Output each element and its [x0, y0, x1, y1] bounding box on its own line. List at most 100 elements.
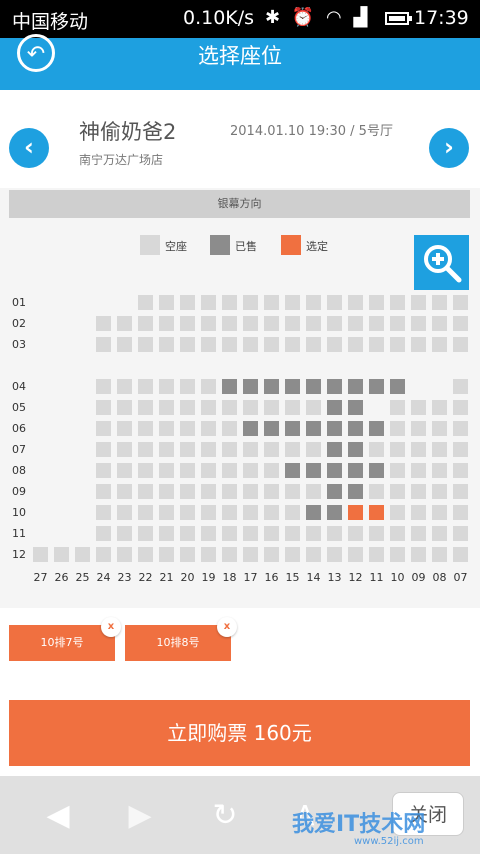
seat-available[interactable] [264, 337, 279, 352]
seat-available[interactable] [285, 337, 300, 352]
seat-available[interactable] [390, 337, 405, 352]
seat-available[interactable] [411, 505, 426, 520]
seat-available[interactable] [411, 484, 426, 499]
seat-available[interactable] [243, 526, 258, 541]
seat-available[interactable] [96, 442, 111, 457]
seat-available[interactable] [201, 526, 216, 541]
seat-available[interactable] [264, 316, 279, 331]
seat-available[interactable] [201, 295, 216, 310]
seat-available[interactable] [453, 337, 468, 352]
seat-available[interactable] [432, 337, 447, 352]
seat-available[interactable] [411, 421, 426, 436]
seat-available[interactable] [327, 526, 342, 541]
buy-ticket-button[interactable]: 立即购票 160元 [9, 700, 470, 766]
seat-available[interactable] [222, 442, 237, 457]
seat-available[interactable] [159, 547, 174, 562]
seat-available[interactable] [390, 442, 405, 457]
seat-available[interactable] [453, 316, 468, 331]
seat-available[interactable] [117, 442, 132, 457]
seat-available[interactable] [138, 421, 153, 436]
seat-available[interactable] [453, 442, 468, 457]
seat-available[interactable] [390, 295, 405, 310]
seat-available[interactable] [243, 547, 258, 562]
seat-available[interactable] [138, 316, 153, 331]
seat-available[interactable] [159, 316, 174, 331]
remove-seat-button[interactable]: x [101, 617, 121, 637]
seat-available[interactable] [96, 484, 111, 499]
seat-available[interactable] [243, 400, 258, 415]
seat-available[interactable] [411, 316, 426, 331]
seat-available[interactable] [306, 400, 321, 415]
seat-available[interactable] [159, 295, 174, 310]
seat-available[interactable] [411, 295, 426, 310]
seat-available[interactable] [117, 421, 132, 436]
seat-available[interactable] [33, 547, 48, 562]
seat-available[interactable] [222, 337, 237, 352]
seat-available[interactable] [201, 547, 216, 562]
seat-available[interactable] [390, 316, 405, 331]
seat-available[interactable] [285, 295, 300, 310]
seat-available[interactable] [138, 547, 153, 562]
seat-available[interactable] [96, 379, 111, 394]
seat-available[interactable] [180, 547, 195, 562]
seat-available[interactable] [432, 484, 447, 499]
seat-available[interactable] [138, 526, 153, 541]
seat-available[interactable] [180, 442, 195, 457]
seat-available[interactable] [117, 337, 132, 352]
seat-available[interactable] [117, 379, 132, 394]
seat-available[interactable] [54, 547, 69, 562]
seat-available[interactable] [243, 505, 258, 520]
seat-available[interactable] [390, 421, 405, 436]
seat-available[interactable] [159, 442, 174, 457]
seat-available[interactable] [117, 484, 132, 499]
seat-available[interactable] [306, 316, 321, 331]
seat-available[interactable] [390, 526, 405, 541]
seat-available[interactable] [348, 295, 363, 310]
seat-available[interactable] [75, 547, 90, 562]
seat-available[interactable] [327, 547, 342, 562]
seat-available[interactable] [432, 547, 447, 562]
seat-available[interactable] [264, 463, 279, 478]
seat-available[interactable] [201, 337, 216, 352]
seat-available[interactable] [117, 463, 132, 478]
seat-available[interactable] [138, 463, 153, 478]
seat-available[interactable] [432, 421, 447, 436]
remove-seat-button[interactable]: x [217, 617, 237, 637]
seat-available[interactable] [96, 400, 111, 415]
seat-available[interactable] [117, 400, 132, 415]
next-showtime-button[interactable]: › [429, 128, 469, 168]
seat-available[interactable] [96, 337, 111, 352]
seat-available[interactable] [243, 484, 258, 499]
seat-available[interactable] [96, 463, 111, 478]
seat-available[interactable] [201, 442, 216, 457]
seat-available[interactable] [369, 295, 384, 310]
seat-available[interactable] [180, 526, 195, 541]
seat-available[interactable] [138, 505, 153, 520]
seat-available[interactable] [222, 463, 237, 478]
seat-available[interactable] [159, 505, 174, 520]
seat-available[interactable] [180, 337, 195, 352]
seat-available[interactable] [285, 547, 300, 562]
seat-available[interactable] [453, 379, 468, 394]
seat-available[interactable] [327, 337, 342, 352]
seat-available[interactable] [285, 316, 300, 331]
seat-available[interactable] [348, 337, 363, 352]
seat-available[interactable] [348, 547, 363, 562]
previous-showtime-button[interactable]: ‹ [9, 128, 49, 168]
seat-available[interactable] [243, 442, 258, 457]
seat-available[interactable] [264, 484, 279, 499]
seat-available[interactable] [201, 505, 216, 520]
seat-available[interactable] [390, 400, 405, 415]
seat-available[interactable] [96, 547, 111, 562]
seat-available[interactable] [432, 526, 447, 541]
seat-available[interactable] [453, 505, 468, 520]
seat-available[interactable] [306, 526, 321, 541]
seat-available[interactable] [222, 505, 237, 520]
seat-available[interactable] [411, 400, 426, 415]
selected-seat-chip[interactable]: 10排7号 x [9, 617, 121, 661]
seat-available[interactable] [159, 421, 174, 436]
seat-available[interactable] [201, 400, 216, 415]
seat-available[interactable] [243, 295, 258, 310]
seat-available[interactable] [432, 295, 447, 310]
seat-available[interactable] [138, 442, 153, 457]
